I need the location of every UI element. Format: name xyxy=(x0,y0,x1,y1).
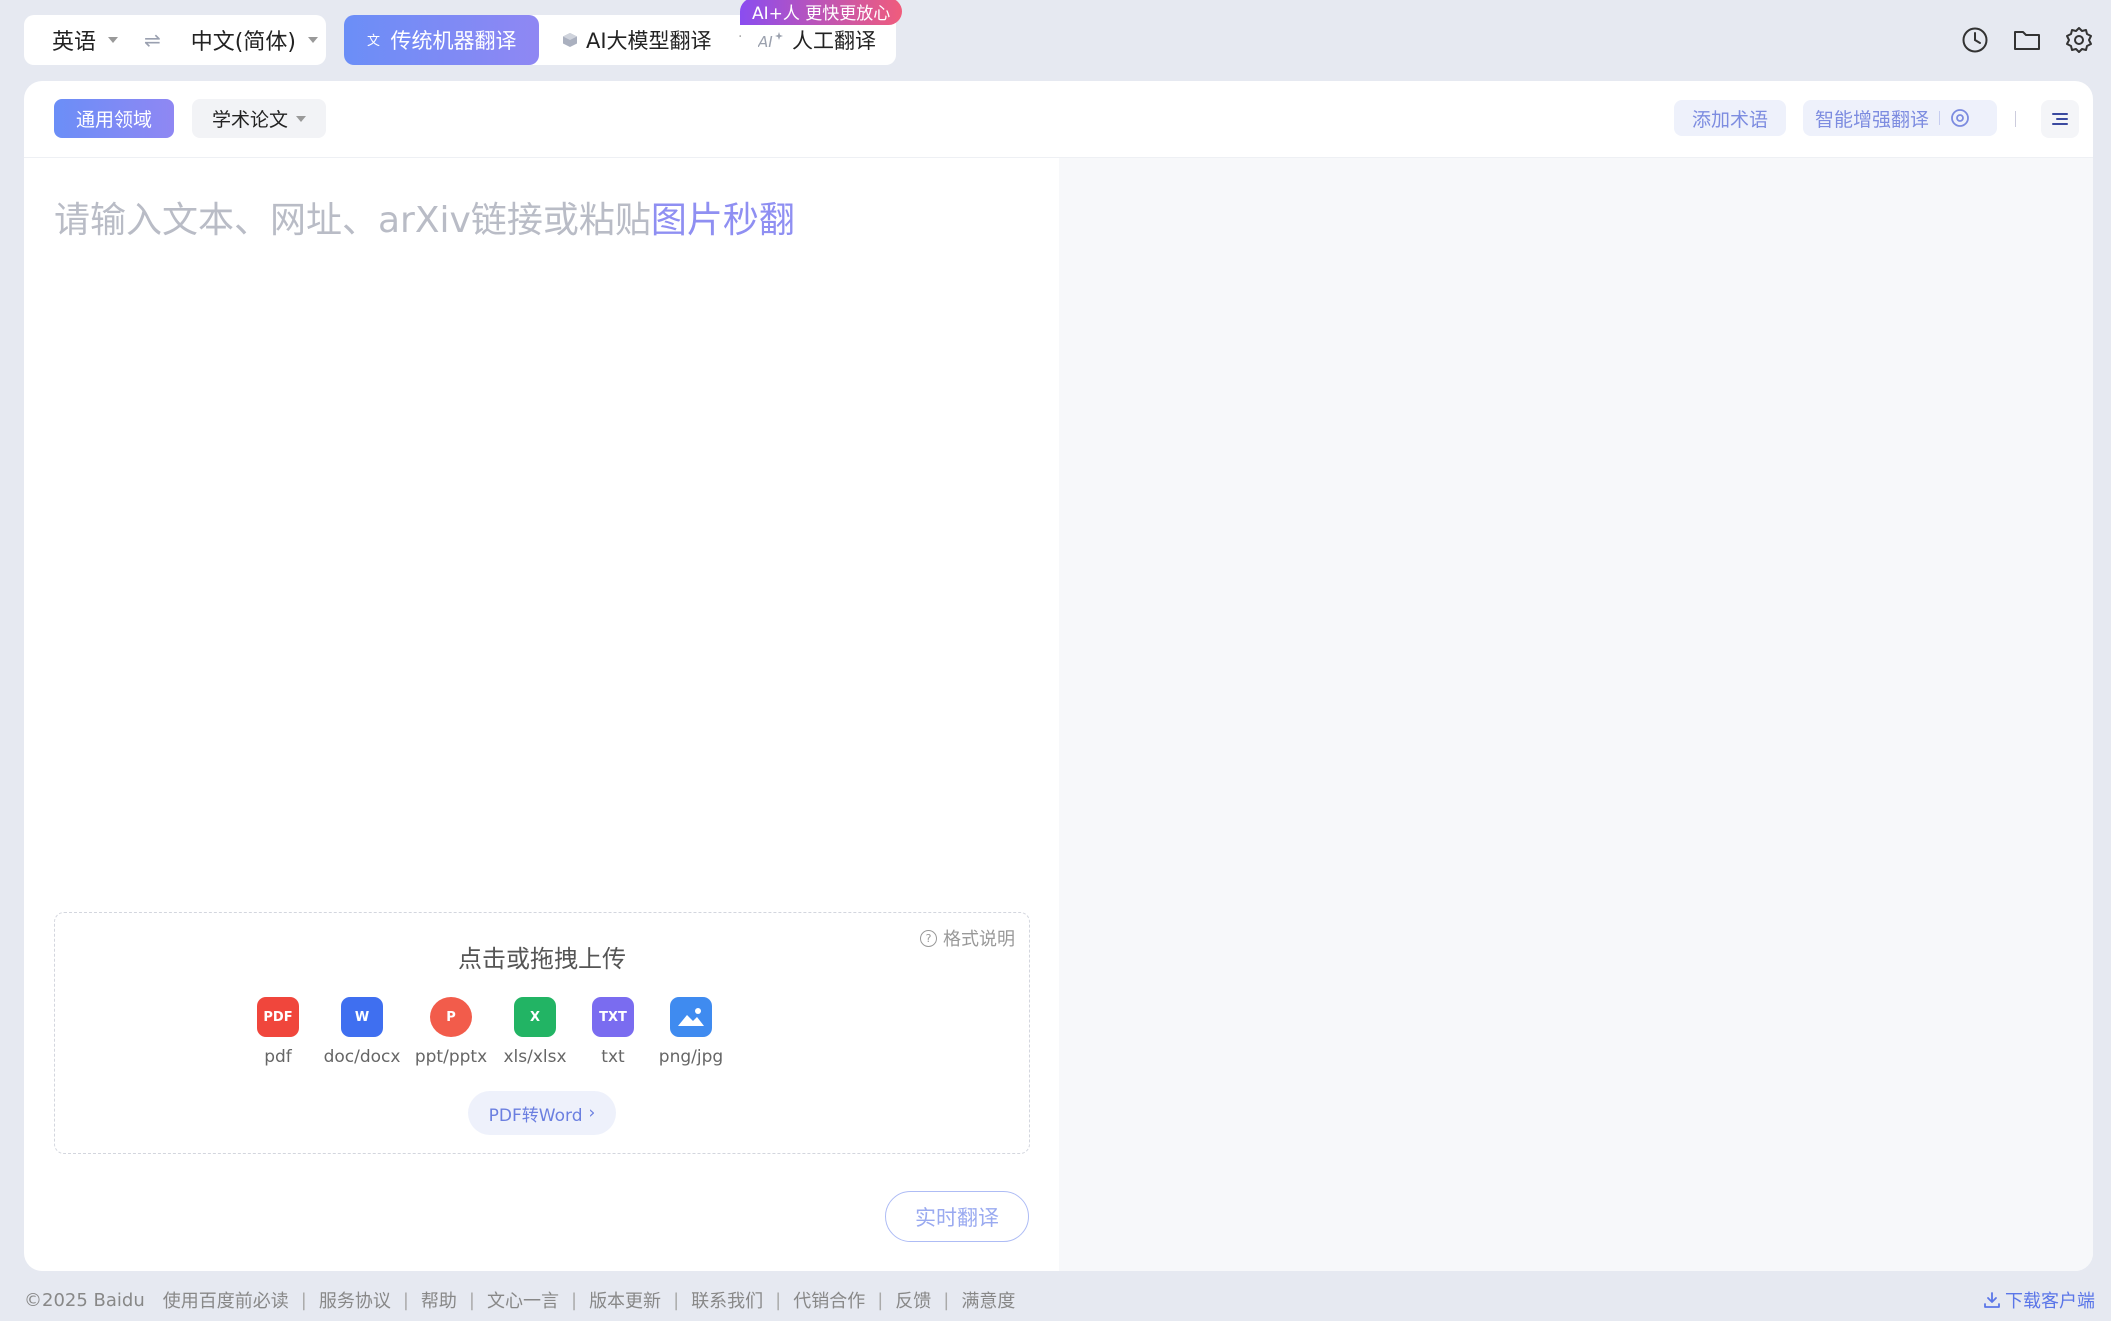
upload-title: 点击或拖拽上传 xyxy=(458,945,626,973)
promo-badge: AI+人 更快更放心 xyxy=(740,0,903,25)
separator: | xyxy=(570,1289,578,1311)
chevron-right-icon: › xyxy=(588,1103,596,1123)
footer-link[interactable]: 服务协议 xyxy=(319,1287,391,1313)
pdf-file-icon: PDF xyxy=(257,997,299,1037)
file-type-image: png/jpg xyxy=(646,997,736,1067)
format-help-link[interactable]: ? 格式说明 xyxy=(920,925,1015,951)
footer-link[interactable]: 使用百度前必读 xyxy=(163,1287,289,1313)
swap-icon[interactable]: ⇌ xyxy=(144,28,161,52)
folder-icon[interactable] xyxy=(2011,24,2043,56)
footer-link[interactable]: 帮助 xyxy=(421,1287,457,1313)
target-language-label: 中文(简体) xyxy=(190,30,296,55)
smart-enhance-toggle[interactable]: 智能增强翻译 xyxy=(1803,100,1997,136)
align-lines-icon xyxy=(2052,113,2068,125)
separator: | xyxy=(300,1289,307,1311)
file-type-txt: TXT txt xyxy=(568,997,658,1067)
tab-ai-model-label: AI大模型翻译 xyxy=(586,29,712,53)
footer-link[interactable]: 代销合作 xyxy=(793,1287,865,1313)
txt-file-icon: TXT xyxy=(592,997,634,1037)
file-type-label: pdf xyxy=(264,1047,292,1067)
word-file-icon: W xyxy=(341,997,383,1037)
file-type-xls: X xls/xlsx xyxy=(490,997,580,1067)
download-client-link[interactable]: 下载客户端 xyxy=(1983,1287,2095,1313)
gear-icon[interactable] xyxy=(2063,24,2095,56)
chevron-down-icon xyxy=(296,115,306,122)
separator: | xyxy=(877,1289,884,1311)
tab-traditional-translation[interactable]: 文 传统机器翻译 xyxy=(344,15,539,65)
footer-link[interactable]: 联系我们 xyxy=(691,1287,763,1313)
pdf-to-word-button[interactable]: PDF转Word › xyxy=(468,1091,616,1135)
source-language-label: 英语 xyxy=(52,30,97,55)
chevron-down-icon xyxy=(108,37,119,43)
image-file-icon xyxy=(670,997,712,1037)
file-upload-dropzone[interactable]: 点击或拖拽上传 ? 格式说明 PDF pdf W doc/docx P ppt/… xyxy=(54,912,1030,1154)
divider xyxy=(1939,111,1941,125)
footer-link[interactable]: 反馈 xyxy=(895,1287,931,1313)
domain-academic-label: 学术论文 xyxy=(211,109,288,131)
question-icon: ? xyxy=(920,929,937,947)
translate-icon: 文 xyxy=(367,34,380,48)
svg-text:文: 文 xyxy=(367,34,380,48)
pdf-to-word-label: PDF转Word xyxy=(488,1105,583,1126)
footer: ©2025 Baidu 使用百度前必读 | 服务协议 | 帮助 | 文心一言 | 版本更… xyxy=(24,1287,1019,1313)
input-placeholder-text: 请输入文本、网址、arXiv链接或粘贴 xyxy=(54,200,651,241)
tab-traditional-label: 传统机器翻译 xyxy=(390,29,517,53)
file-type-label: txt xyxy=(601,1047,625,1067)
layout-toggle-button[interactable] xyxy=(2041,100,2079,138)
tab-ai-model-translation[interactable]: AI大模型翻译 xyxy=(562,15,712,65)
download-icon xyxy=(1984,1292,2000,1308)
source-language-select[interactable]: 英语 xyxy=(52,24,119,56)
ppt-file-icon: P xyxy=(430,997,472,1037)
separator: | xyxy=(673,1289,680,1311)
excel-file-icon: X xyxy=(514,997,556,1037)
chevron-down-icon xyxy=(307,37,318,43)
separator: | xyxy=(775,1289,782,1311)
file-type-label: xls/xlsx xyxy=(503,1047,567,1067)
divider xyxy=(2015,111,2016,127)
smart-enhance-label: 智能增强翻译 xyxy=(1815,108,1930,131)
target-circle-icon[interactable] xyxy=(1950,108,1970,128)
footer-link[interactable]: 文心一言 xyxy=(487,1287,559,1313)
separator: | xyxy=(402,1289,409,1311)
svg-text:AI: AI xyxy=(758,33,773,50)
translation-output-pane xyxy=(1059,158,2093,1271)
source-text-input[interactable]: 请输入文本、网址、arXiv链接或粘贴图片秒翻 xyxy=(54,191,795,243)
copyright: ©2025 Baidu xyxy=(24,1289,145,1311)
file-type-label: png/jpg xyxy=(658,1047,724,1067)
history-clock-icon[interactable] xyxy=(1959,24,1991,56)
realtime-translate-button[interactable]: 实时翻译 xyxy=(885,1191,1029,1242)
cube-icon xyxy=(563,33,577,47)
format-help-label: 格式说明 xyxy=(943,929,1015,950)
add-term-button[interactable]: 添加术语 xyxy=(1674,100,1786,136)
separator: | xyxy=(468,1289,475,1311)
footer-link[interactable]: 版本更新 xyxy=(589,1287,661,1313)
footer-link[interactable]: 满意度 xyxy=(961,1287,1015,1313)
tab-human-label: 人工翻译 xyxy=(792,29,876,53)
separator: | xyxy=(943,1289,950,1311)
domain-general-button[interactable]: 通用领域 xyxy=(54,99,174,138)
translation-panel: 通用领域 学术论文 添加术语 智能增强翻译 请输入文本、网址、arXiv链接或粘… xyxy=(24,81,2093,1271)
dot-separator: · xyxy=(738,29,743,45)
panel-toolbar: 通用领域 学术论文 添加术语 智能增强翻译 xyxy=(24,81,2093,158)
file-type-label: doc/docx xyxy=(323,1047,401,1067)
file-type-ppt: P ppt/pptx xyxy=(406,997,496,1067)
download-client-label: 下载客户端 xyxy=(2005,1291,2095,1312)
domain-academic-select[interactable]: 学术论文 xyxy=(192,99,326,138)
file-type-label: ppt/pptx xyxy=(414,1047,488,1067)
target-language-select[interactable]: 中文(简体) xyxy=(191,24,318,56)
file-type-pdf: PDF pdf xyxy=(233,997,323,1067)
file-type-doc: W doc/docx xyxy=(317,997,407,1067)
language-selector: 英语 ⇌ 中文(简体) xyxy=(24,15,326,65)
image-translate-link[interactable]: 图片秒翻 xyxy=(651,200,795,241)
ai-sparkle-icon: AI xyxy=(758,32,783,50)
